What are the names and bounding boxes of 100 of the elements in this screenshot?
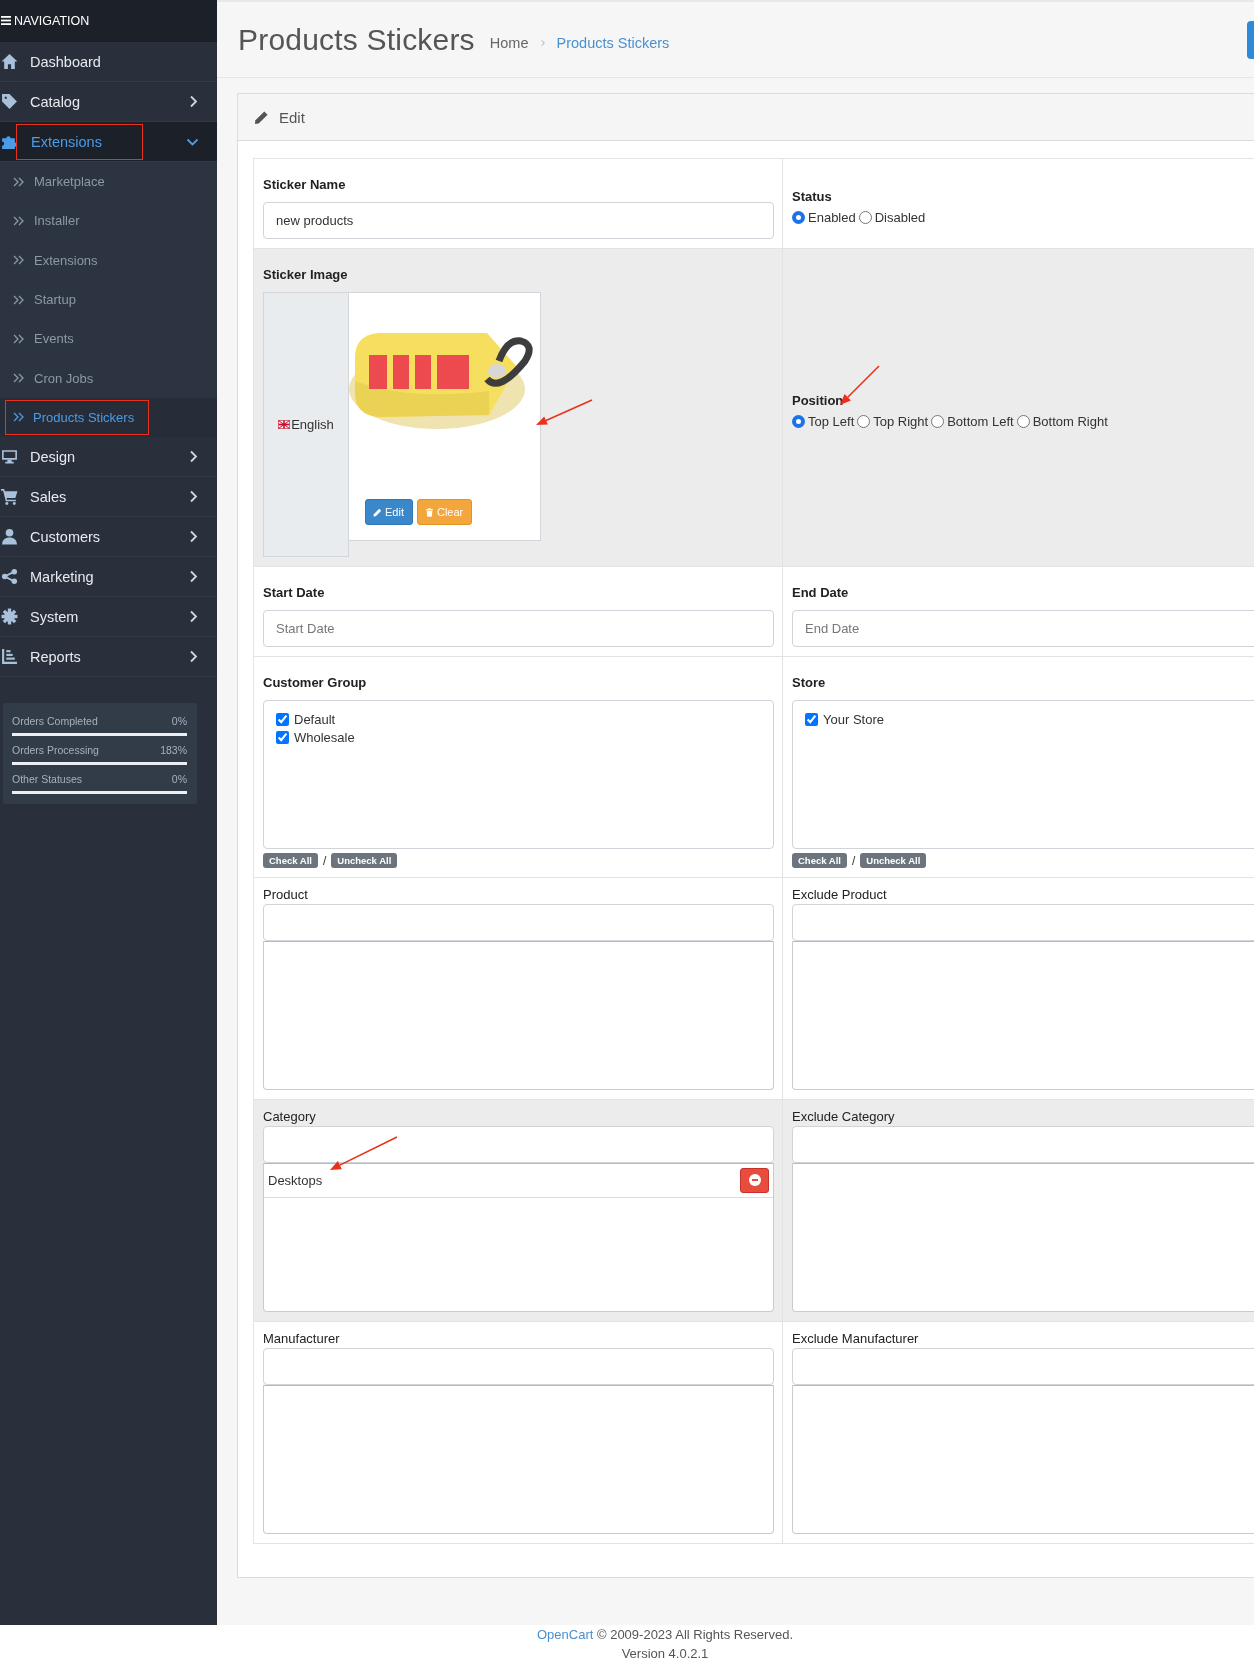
chevron-right-icon [188, 450, 199, 464]
submenu-item[interactable]: Events [0, 319, 217, 359]
check-all-link[interactable]: Check All [792, 853, 847, 868]
text-field[interactable]: Start Date [263, 610, 774, 647]
autocomplete-field[interactable] [792, 904, 1254, 941]
submenu-item[interactable]: Installer [0, 201, 217, 241]
menu-item[interactable]: Extensions [0, 122, 217, 162]
separator-text: / [322, 853, 327, 868]
checkbox-label: Your Store [823, 711, 884, 727]
radio-label: Bottom Right [1032, 413, 1108, 429]
puzzle-icon [1, 133, 18, 150]
field-label: Store [792, 674, 826, 691]
footer-link[interactable]: OpenCart [537, 1627, 594, 1642]
checkbox-label: Wholesale [294, 729, 355, 745]
checkbox-label: Default [294, 711, 336, 727]
menu-item[interactable]: Sales [0, 477, 217, 518]
separator-text: / [851, 853, 856, 868]
chevron-right-icon [188, 490, 199, 504]
submenu-item[interactable]: Marketplace [0, 162, 217, 202]
double-chevron-icon [13, 332, 24, 345]
home-icon [1, 53, 18, 70]
text-field[interactable]: new products [263, 202, 774, 239]
double-chevron-icon [13, 254, 24, 267]
menu-icon [1, 16, 11, 25]
pencil-icon [373, 507, 382, 517]
arrow [536, 399, 593, 425]
autocomplete-field[interactable] [263, 1348, 774, 1385]
arrow [330, 1136, 398, 1170]
double-chevron-icon [13, 214, 24, 227]
uncheck-all-link[interactable]: Uncheck All [860, 853, 927, 868]
field-label: Exclude Product [792, 886, 887, 903]
radio-button[interactable] [792, 414, 805, 428]
checkbox[interactable] [276, 712, 289, 726]
radio-label: Top Right [873, 413, 929, 429]
check-all-link[interactable]: Check All [263, 853, 318, 868]
menu-item[interactable]: System [0, 597, 217, 638]
field-label: End Date [792, 584, 849, 601]
submenu-item[interactable]: Products Stickers [0, 397, 217, 438]
autocomplete-field[interactable] [263, 904, 774, 941]
pencil-icon [254, 109, 269, 125]
cart-icon [1, 488, 18, 506]
checkbox[interactable] [805, 712, 818, 726]
double-chevron-icon [13, 293, 24, 306]
stat-label: Orders Processing [12, 743, 99, 759]
field-label: Exclude Manufacturer [792, 1330, 919, 1347]
navigation-title: NAVIGATION [14, 13, 90, 28]
stat-label: Orders Completed [12, 714, 98, 730]
chevron-right-icon [539, 38, 546, 47]
image-edit-button[interactable]: Edit [365, 499, 413, 525]
remove-button[interactable] [740, 1167, 769, 1193]
radio-label: Bottom Left [947, 413, 1014, 429]
uncheck-all-link[interactable]: Uncheck All [331, 853, 398, 868]
copyright-text: OpenCart © 2009-2023 All Rights Reserved. [536, 1626, 794, 1644]
autocomplete-field[interactable] [263, 1126, 774, 1163]
radio-button[interactable] [931, 414, 945, 428]
radio-button[interactable] [792, 210, 805, 224]
field-label: Customer Group [263, 674, 367, 691]
double-chevron-icon [13, 372, 24, 385]
submenu-item[interactable]: Cron Jobs [0, 358, 217, 398]
radio-label: Top Left [808, 413, 855, 429]
autocomplete-field[interactable] [792, 1348, 1254, 1385]
chevron-right-icon [188, 530, 199, 544]
bar-chart-icon [1, 648, 18, 666]
radio-button[interactable] [857, 414, 871, 428]
autocomplete-field[interactable] [792, 1126, 1254, 1163]
stat-value: 183% [160, 743, 187, 759]
field-label: Product [263, 886, 308, 903]
page-title: Products Stickers [238, 22, 475, 57]
minus-circle-icon [748, 1174, 761, 1186]
submenu-item[interactable]: Startup [0, 279, 217, 320]
monitor-icon [1, 448, 18, 466]
breadcrumb-link[interactable]: Products Stickers [556, 34, 670, 51]
flag-icon [278, 420, 291, 429]
radio-button[interactable] [858, 210, 872, 224]
user-icon [1, 528, 18, 546]
stat-label: Other Statuses [12, 772, 83, 788]
field-label: Manufacturer [263, 1330, 340, 1347]
stat-value: 0% [171, 714, 187, 730]
checkbox[interactable] [276, 730, 289, 744]
submenu-item[interactable]: Extensions [0, 240, 217, 280]
radio-label: Disabled [874, 209, 926, 225]
field-label: Sticker Name [263, 176, 346, 193]
field-label: Category [263, 1108, 316, 1125]
chevron-right-icon [188, 610, 199, 624]
language-label: English [291, 417, 334, 432]
chevron-right-icon [188, 650, 199, 664]
radio-label: Enabled [808, 209, 856, 225]
breadcrumb-link[interactable]: Home [489, 34, 529, 51]
tag-icon [1, 93, 18, 110]
chevron-right-icon [188, 570, 199, 584]
text-field[interactable]: End Date [792, 610, 1254, 647]
stat-value: 0% [171, 772, 187, 788]
gear-icon [1, 608, 18, 626]
chevron-right-icon [188, 95, 199, 108]
radio-button[interactable] [1016, 414, 1030, 428]
field-label: Sticker Image [263, 266, 348, 283]
field-label: Position [792, 391, 844, 409]
field-label: Exclude Category [792, 1108, 895, 1125]
field-label: Start Date [263, 584, 325, 601]
field-label: Status [792, 187, 832, 205]
